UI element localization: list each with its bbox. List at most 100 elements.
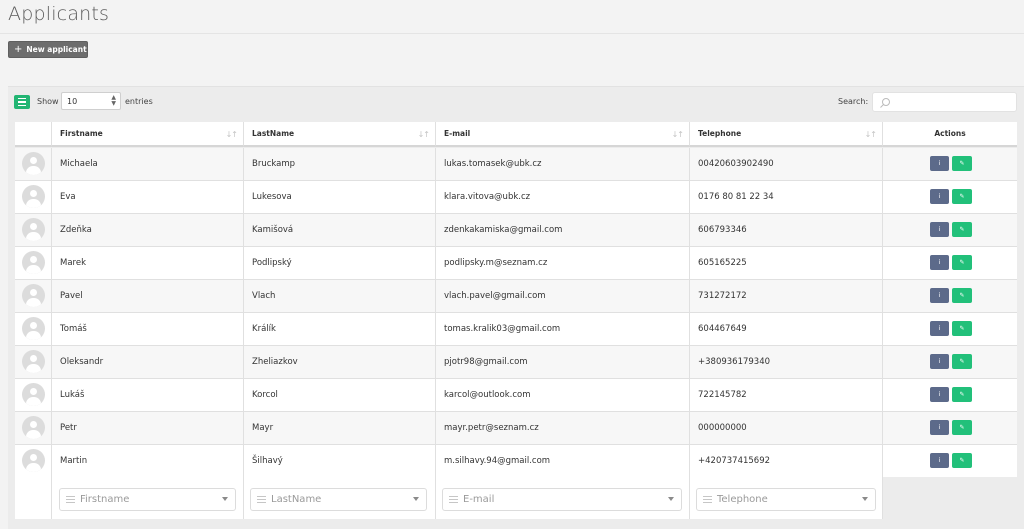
sort-icon: ↓↑ xyxy=(864,130,877,139)
info-button[interactable]: i xyxy=(930,255,949,270)
filter-telephone-select[interactable]: Telephone xyxy=(696,488,876,511)
info-button[interactable]: i xyxy=(930,288,949,303)
edit-icon: ✎ xyxy=(959,358,965,365)
filter-list-icon xyxy=(449,496,458,503)
filter-list-icon xyxy=(703,496,712,503)
filter-email-select[interactable]: E-mail xyxy=(442,488,682,511)
actions-header-label: Actions xyxy=(934,129,966,138)
column-header-actions: Actions xyxy=(883,122,1017,147)
cell-email: lukas.tomasek@ubk.cz xyxy=(436,148,690,180)
chevron-down-icon xyxy=(862,497,868,501)
cell-firstname: Tomáš xyxy=(52,313,244,345)
cell-telephone: 731272172 xyxy=(690,280,883,312)
actions-cell xyxy=(883,181,1017,213)
table-row[interactable]: Pavel Vlach vlach.pavel@gmail.com 731272172… xyxy=(15,280,1017,313)
cell-telephone: 00420603902490 xyxy=(690,148,883,180)
search-input[interactable] xyxy=(872,92,1017,112)
cell-telephone: 000000000 xyxy=(690,412,883,444)
filter-lastname-select[interactable]: LastName xyxy=(250,488,427,511)
avatar-cell xyxy=(15,181,52,213)
actions-cell xyxy=(883,148,1017,180)
table-row[interactable]: Oleksandr Zheliazkov pjotr98@gmail.com +380… xyxy=(15,346,1017,379)
cell-lastname: Kamišová xyxy=(244,214,436,246)
cell-firstname: Martin xyxy=(52,445,244,477)
filter-list-icon xyxy=(257,496,266,503)
cell-lastname: Bruckamp xyxy=(244,148,436,180)
edit-button[interactable]: ✎ xyxy=(952,453,972,468)
table-row[interactable]: Zdeňka Kamišová zdenkakamiska@gmail.com 606… xyxy=(15,214,1017,247)
edit-button[interactable]: ✎ xyxy=(952,222,972,237)
chevron-down-icon xyxy=(222,497,228,501)
cell-firstname: Marek xyxy=(52,247,244,279)
avatar-cell xyxy=(15,346,52,378)
show-label: Show xyxy=(37,97,59,106)
info-button[interactable]: i xyxy=(930,453,949,468)
info-button[interactable]: i xyxy=(930,420,949,435)
chevron-down-icon xyxy=(413,497,419,501)
telephone-header-label: Telephone xyxy=(698,129,742,138)
cell-email: zdenkakamiska@gmail.com xyxy=(436,214,690,246)
filter-list-icon xyxy=(66,496,75,503)
cell-lastname: Mayr xyxy=(244,412,436,444)
avatar-cell xyxy=(15,214,52,246)
cell-lastname: Podlipský xyxy=(244,247,436,279)
edit-icon: ✎ xyxy=(959,391,965,398)
cell-telephone: 606793346 xyxy=(690,214,883,246)
cell-telephone: 605165225 xyxy=(690,247,883,279)
info-icon: i xyxy=(938,457,941,464)
edit-button[interactable]: ✎ xyxy=(952,387,972,402)
column-header-firstname[interactable]: Firstname ↓↑ xyxy=(52,122,244,147)
info-button[interactable]: i xyxy=(930,387,949,402)
edit-button[interactable]: ✎ xyxy=(952,354,972,369)
user-avatar-icon xyxy=(22,284,45,307)
avatar-cell xyxy=(15,148,52,180)
column-header-lastname[interactable]: LastName ↓↑ xyxy=(244,122,436,147)
cell-email: klara.vitova@ubk.cz xyxy=(436,181,690,213)
avatar-cell xyxy=(15,412,52,444)
table-row[interactable]: Lukáš Korcol karcol@outlook.com 722145782 i ✎ xyxy=(15,379,1017,412)
edit-button[interactable]: ✎ xyxy=(952,288,972,303)
info-button[interactable]: i xyxy=(930,321,949,336)
info-button[interactable]: i xyxy=(930,222,949,237)
info-icon: i xyxy=(938,292,941,299)
edit-icon: ✎ xyxy=(959,292,965,299)
actions-cell xyxy=(883,247,1017,279)
new-applicant-label: New applicant xyxy=(26,45,87,54)
table-row[interactable]: Tomáš Králík tomas.kralik03@gmail.com 60446… xyxy=(15,313,1017,346)
new-applicant-button[interactable]: + New applicant xyxy=(8,41,88,58)
cell-email: m.silhavy.94@gmail.com xyxy=(436,445,690,477)
info-button[interactable]: i xyxy=(930,354,949,369)
cell-telephone: +380936179340 xyxy=(690,346,883,378)
page-length-select[interactable]: 10 ▲ ▼ xyxy=(61,92,121,110)
column-header-email[interactable]: E-mail ↓↑ xyxy=(436,122,690,147)
edit-button[interactable]: ✎ xyxy=(952,156,972,171)
table-row[interactable]: Marek Podlipský podlipsky.m@seznam.cz 60516… xyxy=(15,247,1017,280)
info-icon: i xyxy=(938,193,941,200)
info-button[interactable]: i xyxy=(930,156,949,171)
column-header-telephone[interactable]: Telephone ↓↑ xyxy=(690,122,883,147)
info-button[interactable]: i xyxy=(930,189,949,204)
cell-lastname: Vlach xyxy=(244,280,436,312)
lastname-header-label: LastName xyxy=(252,129,295,138)
filter-firstname-select[interactable]: Firstname xyxy=(59,488,236,511)
table-row[interactable]: Petr Mayr mayr.petr@seznam.cz 000000000 i ✎ xyxy=(15,412,1017,445)
user-avatar-icon xyxy=(22,152,45,175)
cell-telephone: 604467649 xyxy=(690,313,883,345)
table-row[interactable]: Eva Lukesova klara.vitova@ubk.cz 0176 80 81… xyxy=(15,181,1017,214)
edit-button[interactable]: ✎ xyxy=(952,321,972,336)
filter-telephone-placeholder: Telephone xyxy=(717,494,768,505)
cell-lastname: Lukesova xyxy=(244,181,436,213)
cell-email: mayr.petr@seznam.cz xyxy=(436,412,690,444)
table-row[interactable]: Michaela Bruckamp lukas.tomasek@ubk.cz 0042… xyxy=(15,148,1017,181)
cell-email: karcol@outlook.com xyxy=(436,379,690,411)
list-view-icon[interactable] xyxy=(14,95,30,109)
table-row[interactable]: Martin Šilhavý m.silhavy.94@gmail.com +4207… xyxy=(15,445,1017,478)
user-avatar-icon xyxy=(22,449,45,472)
edit-button[interactable]: ✎ xyxy=(952,255,972,270)
cell-firstname: Eva xyxy=(52,181,244,213)
email-header-label: E-mail xyxy=(444,129,471,138)
cell-email: pjotr98@gmail.com xyxy=(436,346,690,378)
edit-button[interactable]: ✎ xyxy=(952,189,972,204)
edit-icon: ✎ xyxy=(959,457,965,464)
edit-button[interactable]: ✎ xyxy=(952,420,972,435)
